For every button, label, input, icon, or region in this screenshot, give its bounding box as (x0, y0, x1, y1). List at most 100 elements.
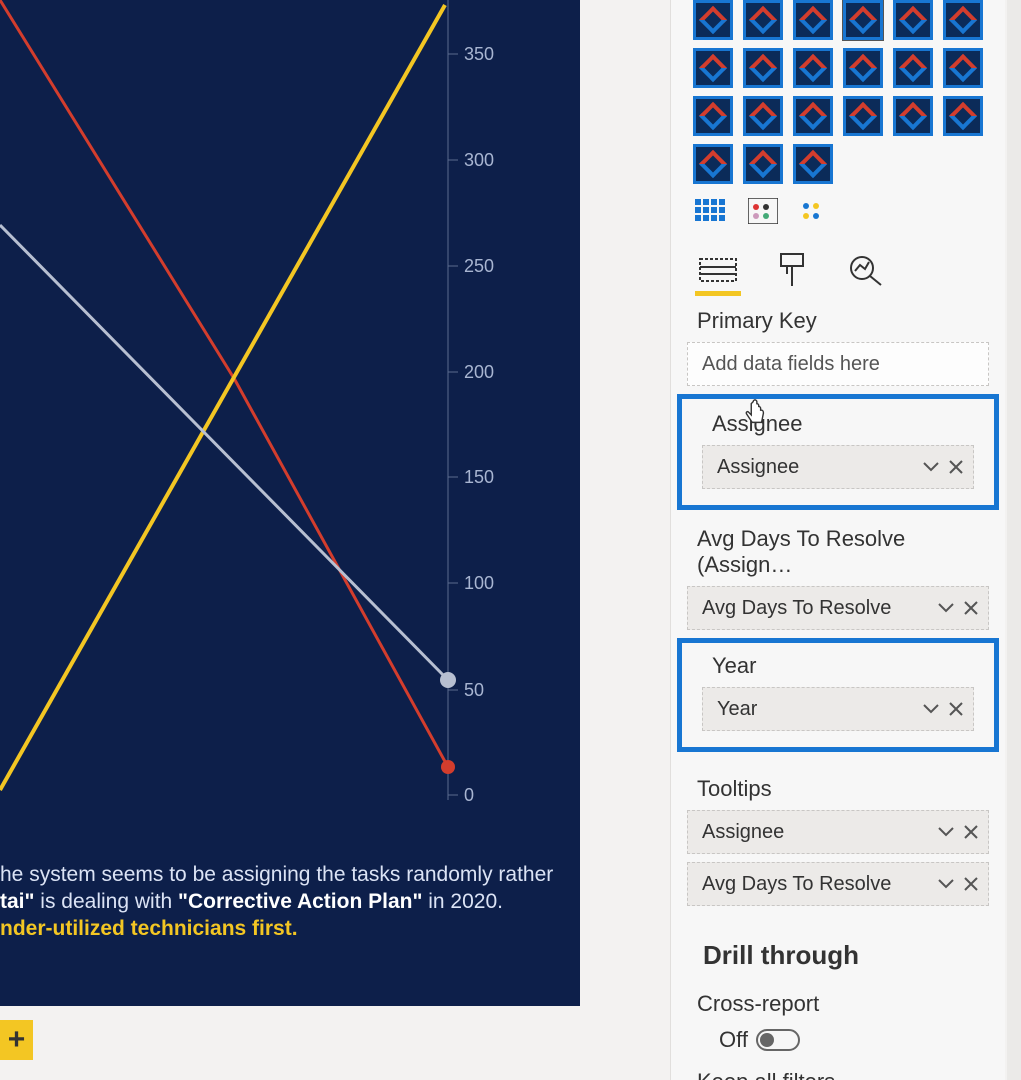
chevron-down-icon[interactable] (923, 462, 939, 472)
viz-type-gallery (671, 0, 1005, 190)
viz-type-chip[interactable] (843, 96, 883, 136)
chevron-down-icon[interactable] (938, 827, 954, 837)
close-icon[interactable] (964, 601, 978, 615)
caption-bold-2: "Corrective Action Plan" (178, 890, 422, 913)
add-page-button[interactable]: + (0, 1020, 33, 1060)
pane-tabs (671, 232, 1005, 290)
primary-key-dropzone[interactable]: Add data fields here (687, 342, 989, 386)
close-icon[interactable] (964, 877, 978, 891)
tooltips-pill-2[interactable]: Avg Days To Resolve (687, 862, 989, 906)
chart-caption: he system seems to be assigning the task… (0, 862, 560, 943)
keep-filters-label: Keep all filters (697, 1069, 1005, 1080)
viz-chip-glyph (699, 54, 727, 82)
svg-text:50: 50 (464, 680, 484, 700)
series-b-line (0, 5, 445, 790)
analytics-tab[interactable] (843, 250, 889, 290)
toggle-state-text: Off (719, 1027, 748, 1053)
viz-chip-glyph (899, 54, 927, 82)
viz-type-chip[interactable] (693, 96, 733, 136)
viz-type-chip[interactable] (943, 0, 983, 40)
viz-type-chip[interactable] (893, 96, 933, 136)
chevron-down-icon[interactable] (923, 704, 939, 714)
tooltips-pill-1[interactable]: Assignee (687, 810, 989, 854)
viz-type-chip[interactable] (943, 96, 983, 136)
viz-chip-glyph (799, 6, 827, 34)
viz-type-chip[interactable] (793, 0, 833, 40)
viz-extra-row (671, 190, 1005, 232)
tooltips-label: Tooltips (671, 758, 1005, 810)
dropzone-placeholder: Add data fields here (702, 353, 880, 376)
viz-type-chip[interactable] (693, 0, 733, 40)
viz-type-chip[interactable] (893, 0, 933, 40)
matrix-icon[interactable] (693, 196, 729, 226)
chevron-down-icon[interactable] (938, 603, 954, 613)
visualizations-pane: Primary Key Add data fields here Assigne… (670, 0, 1005, 1080)
year-highlight: Year Year (677, 638, 999, 752)
viz-chip-glyph (849, 102, 877, 130)
close-icon[interactable] (949, 702, 963, 716)
viz-chip-glyph (899, 6, 927, 34)
chart-visual[interactable]: 0 50 100 150 200 250 300 350 he system s… (0, 0, 580, 1006)
svg-text:100: 100 (464, 573, 494, 593)
avg-field-pill[interactable]: Avg Days To Resolve (687, 586, 989, 630)
avg-label: Avg Days To Resolve (Assign… (671, 516, 1005, 586)
close-icon[interactable] (949, 460, 963, 474)
viz-type-chip[interactable] (793, 144, 833, 184)
viz-chip-glyph (699, 150, 727, 178)
pill-text: Year (717, 698, 757, 721)
viz-chip-glyph (849, 6, 877, 34)
format-tab[interactable] (769, 250, 815, 290)
svg-text:350: 350 (464, 44, 494, 64)
year-label: Year (686, 647, 990, 687)
year-field-pill[interactable]: Year (702, 687, 974, 731)
fields-tab[interactable] (695, 250, 741, 290)
assignee-field-pill[interactable]: Assignee (702, 445, 974, 489)
svg-text:200: 200 (464, 362, 494, 382)
pill-text: Assignee (717, 456, 799, 479)
svg-text:150: 150 (464, 467, 494, 487)
viz-chip-glyph (949, 54, 977, 82)
r-visual-icon[interactable] (745, 196, 781, 226)
viz-type-chip[interactable] (793, 48, 833, 88)
report-canvas: 0 50 100 150 200 250 300 350 he system s… (0, 0, 580, 1006)
pill-text: Assignee (702, 821, 784, 844)
keep-filters-row: Keep all filters On (671, 1063, 1005, 1080)
caption-line2d: in 2020. (422, 890, 503, 913)
viz-type-chip[interactable] (843, 0, 883, 40)
viz-type-chip[interactable] (743, 144, 783, 184)
cross-report-row: Cross-report Off (671, 985, 1005, 1063)
viz-chip-glyph (749, 102, 777, 130)
assignee-label: Assignee (686, 403, 990, 445)
viz-type-chip[interactable] (743, 96, 783, 136)
cross-report-toggle[interactable]: Off (697, 1017, 1005, 1053)
primary-key-label: Primary Key (671, 290, 1005, 342)
series-a-marker (441, 760, 455, 774)
viz-type-chip[interactable] (743, 0, 783, 40)
more-visuals-icon[interactable] (797, 196, 833, 226)
series-c-marker (440, 672, 456, 688)
viz-type-chip[interactable] (943, 48, 983, 88)
viz-type-chip[interactable] (843, 48, 883, 88)
caption-line2b: is dealing with (34, 890, 178, 913)
viz-chip-glyph (799, 102, 827, 130)
viz-type-chip[interactable] (693, 48, 733, 88)
cross-report-label: Cross-report (697, 991, 1005, 1017)
svg-text:300: 300 (464, 150, 494, 170)
viz-chip-glyph (949, 6, 977, 34)
viz-chip-glyph (749, 150, 777, 178)
viz-chip-glyph (749, 6, 777, 34)
caption-highlight: nder-utilized technicians first. (0, 917, 298, 940)
assignee-highlight: Assignee Assignee (677, 394, 999, 510)
viz-chip-glyph (699, 6, 727, 34)
viz-type-chip[interactable] (693, 144, 733, 184)
close-icon[interactable] (964, 825, 978, 839)
viz-type-chip[interactable] (793, 96, 833, 136)
viz-type-chip[interactable] (893, 48, 933, 88)
viz-type-chip[interactable] (743, 48, 783, 88)
chevron-down-icon[interactable] (938, 879, 954, 889)
right-gutter (1007, 0, 1021, 1080)
y-ticks: 0 50 100 150 200 250 300 350 (448, 44, 494, 805)
pill-text: Avg Days To Resolve (702, 873, 891, 896)
viz-chip-glyph (949, 102, 977, 130)
drill-through-header: Drill through (671, 914, 1005, 985)
